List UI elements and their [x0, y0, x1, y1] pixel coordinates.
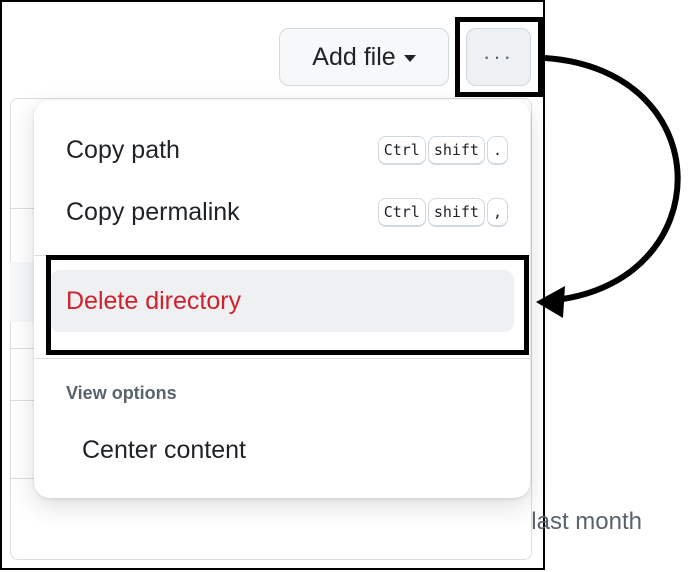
keyboard-shortcut: Ctrl shift .: [377, 135, 514, 165]
keyboard-shortcut: Ctrl shift ,: [377, 197, 514, 227]
shortcut-key: shift: [427, 197, 485, 227]
caret-down-icon: [403, 55, 416, 62]
menu-item-label: Copy path: [66, 135, 180, 164]
annotation-box-more: [455, 17, 543, 97]
shortcut-key: Ctrl: [377, 197, 426, 227]
arrow-path: [544, 55, 681, 303]
menu-item-copy-permalink[interactable]: Copy permalink Ctrl shift ,: [50, 180, 514, 244]
shortcut-key: ,: [486, 197, 508, 227]
add-file-label: Add file: [312, 42, 396, 71]
shortcut-key: shift: [427, 135, 485, 165]
shortcut-key: .: [486, 135, 508, 165]
menu-item-center-content[interactable]: Center content: [82, 436, 246, 465]
annotation-box-delete: [46, 255, 529, 355]
menu-item-label: Copy permalink: [66, 197, 240, 226]
view-options-heading: View options: [66, 383, 177, 403]
menu-divider: [34, 358, 530, 359]
last-commit-time: last month: [531, 508, 642, 535]
shortcut-key: Ctrl: [377, 135, 426, 165]
menu-item-copy-path[interactable]: Copy path Ctrl shift .: [50, 118, 514, 182]
add-file-button[interactable]: Add file: [279, 28, 449, 86]
